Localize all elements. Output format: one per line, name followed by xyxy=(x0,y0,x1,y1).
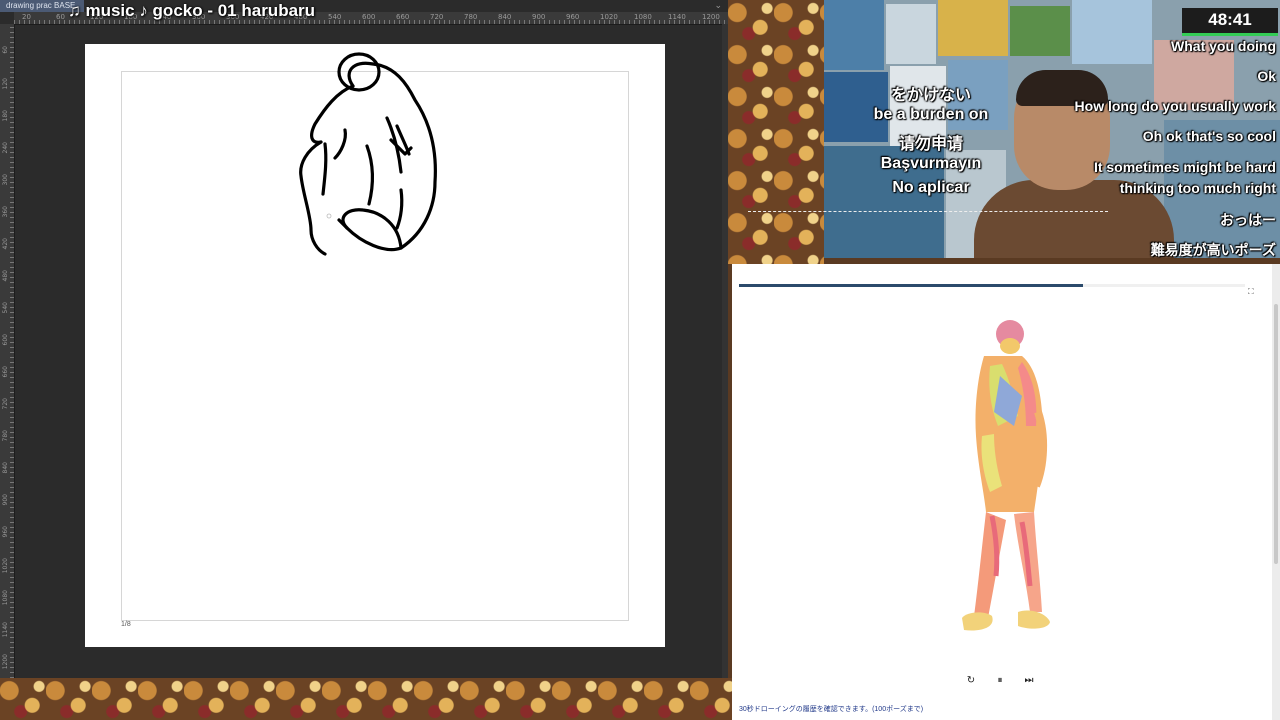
pose-reference-panel: ⛶ ↻ ⏸ ⏭ 30秒ドローイングの履歴を確認できます。(100ポーズまで) xyxy=(732,264,1272,720)
chat-message: What you doing xyxy=(1171,38,1276,54)
ruler-tick-label: 840 xyxy=(498,13,512,21)
ruler-tick-label: 1020 xyxy=(2,558,9,574)
wall-poster xyxy=(824,0,884,70)
wall-poster xyxy=(938,0,1008,56)
chat-message: 難易度が高いポーズ xyxy=(1150,242,1276,258)
skip-button[interactable]: ⏭ xyxy=(1022,674,1036,688)
fullscreen-icon[interactable]: ⛶ xyxy=(1248,288,1256,296)
divider xyxy=(748,211,1108,212)
pause-button[interactable]: ⏸ xyxy=(993,674,1007,688)
ruler-tick-label: 600 xyxy=(362,13,376,21)
ruler-tick-label: 1080 xyxy=(2,590,9,606)
wall-poster xyxy=(886,4,936,64)
ruler-tick-label: 960 xyxy=(566,13,580,21)
translation-caption-line: Başvurmayın xyxy=(880,155,982,172)
ruler-tick-label: 540 xyxy=(328,13,342,21)
restart-button[interactable]: ↻ xyxy=(964,674,978,688)
wall-poster xyxy=(1010,6,1070,56)
ruler-tick-label: 780 xyxy=(464,13,478,21)
chevron-down-icon[interactable]: ⌄ xyxy=(714,0,722,11)
chat-message: Oh ok that's so cool xyxy=(1142,128,1276,144)
canvas-number: 1/8 xyxy=(121,621,131,628)
ruler-tick-label: 420 xyxy=(2,238,9,250)
translation-caption-line: 请勿申请 xyxy=(898,136,963,153)
ruler-tick-label: 180 xyxy=(2,110,9,122)
anatomy-model-figure xyxy=(962,320,1050,631)
ruler-tick-label: 1020 xyxy=(600,13,618,21)
chat-message: Ok xyxy=(1257,68,1276,84)
ruler-tick-label: 660 xyxy=(2,366,9,378)
vertical-scrollbar[interactable] xyxy=(722,24,728,678)
background-pattern xyxy=(0,678,732,720)
ruler-tick-label: 1140 xyxy=(668,13,686,21)
stream-timer: 48:41 xyxy=(1182,8,1278,34)
gesture-sketch xyxy=(299,52,437,256)
translation-caption-line: be a burden on xyxy=(873,106,989,123)
ruler-tick-label: 540 xyxy=(2,302,9,314)
ruler-tick-label: 720 xyxy=(430,13,444,21)
ruler-tick-label: 240 xyxy=(2,142,9,154)
music-now-playing: ♫ music ♪ gocko - 01 harubaru xyxy=(68,1,316,20)
chat-message: thinking too much right xyxy=(1119,180,1276,196)
ruler-tick-label: 1140 xyxy=(2,622,9,638)
ruler-tick-label: 960 xyxy=(2,526,9,538)
reference-scrollbar[interactable] xyxy=(1272,264,1280,720)
chat-message: How long do you usually work xyxy=(1074,98,1276,114)
ruler-tick-label: 900 xyxy=(2,494,9,506)
ruler-tick-label: 660 xyxy=(396,13,410,21)
ruler-tick-label: 780 xyxy=(2,430,9,442)
ruler-tick-label: 1200 xyxy=(2,654,9,670)
translation-caption-line: No aplicar xyxy=(892,179,970,196)
timer-progress-bar xyxy=(1182,33,1278,36)
ruler-tick-label: 480 xyxy=(2,270,9,282)
ruler-tick-label: 60 xyxy=(56,13,65,21)
background-pattern xyxy=(728,0,824,264)
ruler-tick-label: 360 xyxy=(2,206,9,218)
ruler-tick-label: 20 xyxy=(22,13,31,21)
drawing-paper[interactable]: 1/8 xyxy=(85,44,665,647)
ruler-tick-label: 120 xyxy=(2,78,9,90)
ruler-tick-label: 1200 xyxy=(702,13,720,21)
timer-progress-track xyxy=(739,284,1245,287)
ruler-tick-label: 60 xyxy=(2,46,9,54)
vertical-ruler: 60 120 180 240 300 360 420 480 540 600 660 720 780 84… xyxy=(0,24,15,678)
ruler-tick-label: 300 xyxy=(2,174,9,186)
drawing-app-window: 20 60 120 180 240 300 360 420 480 540 600 660 720 780… xyxy=(0,0,728,678)
wall-poster xyxy=(1072,0,1152,64)
timer-progress-fill xyxy=(739,284,1084,287)
translation-caption-line: をかけない xyxy=(890,87,971,104)
history-note-link[interactable]: 30秒ドローイングの履歴を確認できます。(100ポーズまで) xyxy=(739,704,923,714)
ruler-tick-label: 900 xyxy=(532,13,546,21)
ruler-tick-label: 840 xyxy=(2,462,9,474)
ruler-tick-label: 600 xyxy=(2,334,9,346)
ruler-tick-label: 1080 xyxy=(634,13,652,21)
scrollbar-thumb[interactable] xyxy=(1274,304,1278,564)
chat-message: おっはー xyxy=(1220,212,1276,228)
chat-message: It sometimes might be hard xyxy=(1093,159,1276,175)
ruler-tick-label: 720 xyxy=(2,398,9,410)
